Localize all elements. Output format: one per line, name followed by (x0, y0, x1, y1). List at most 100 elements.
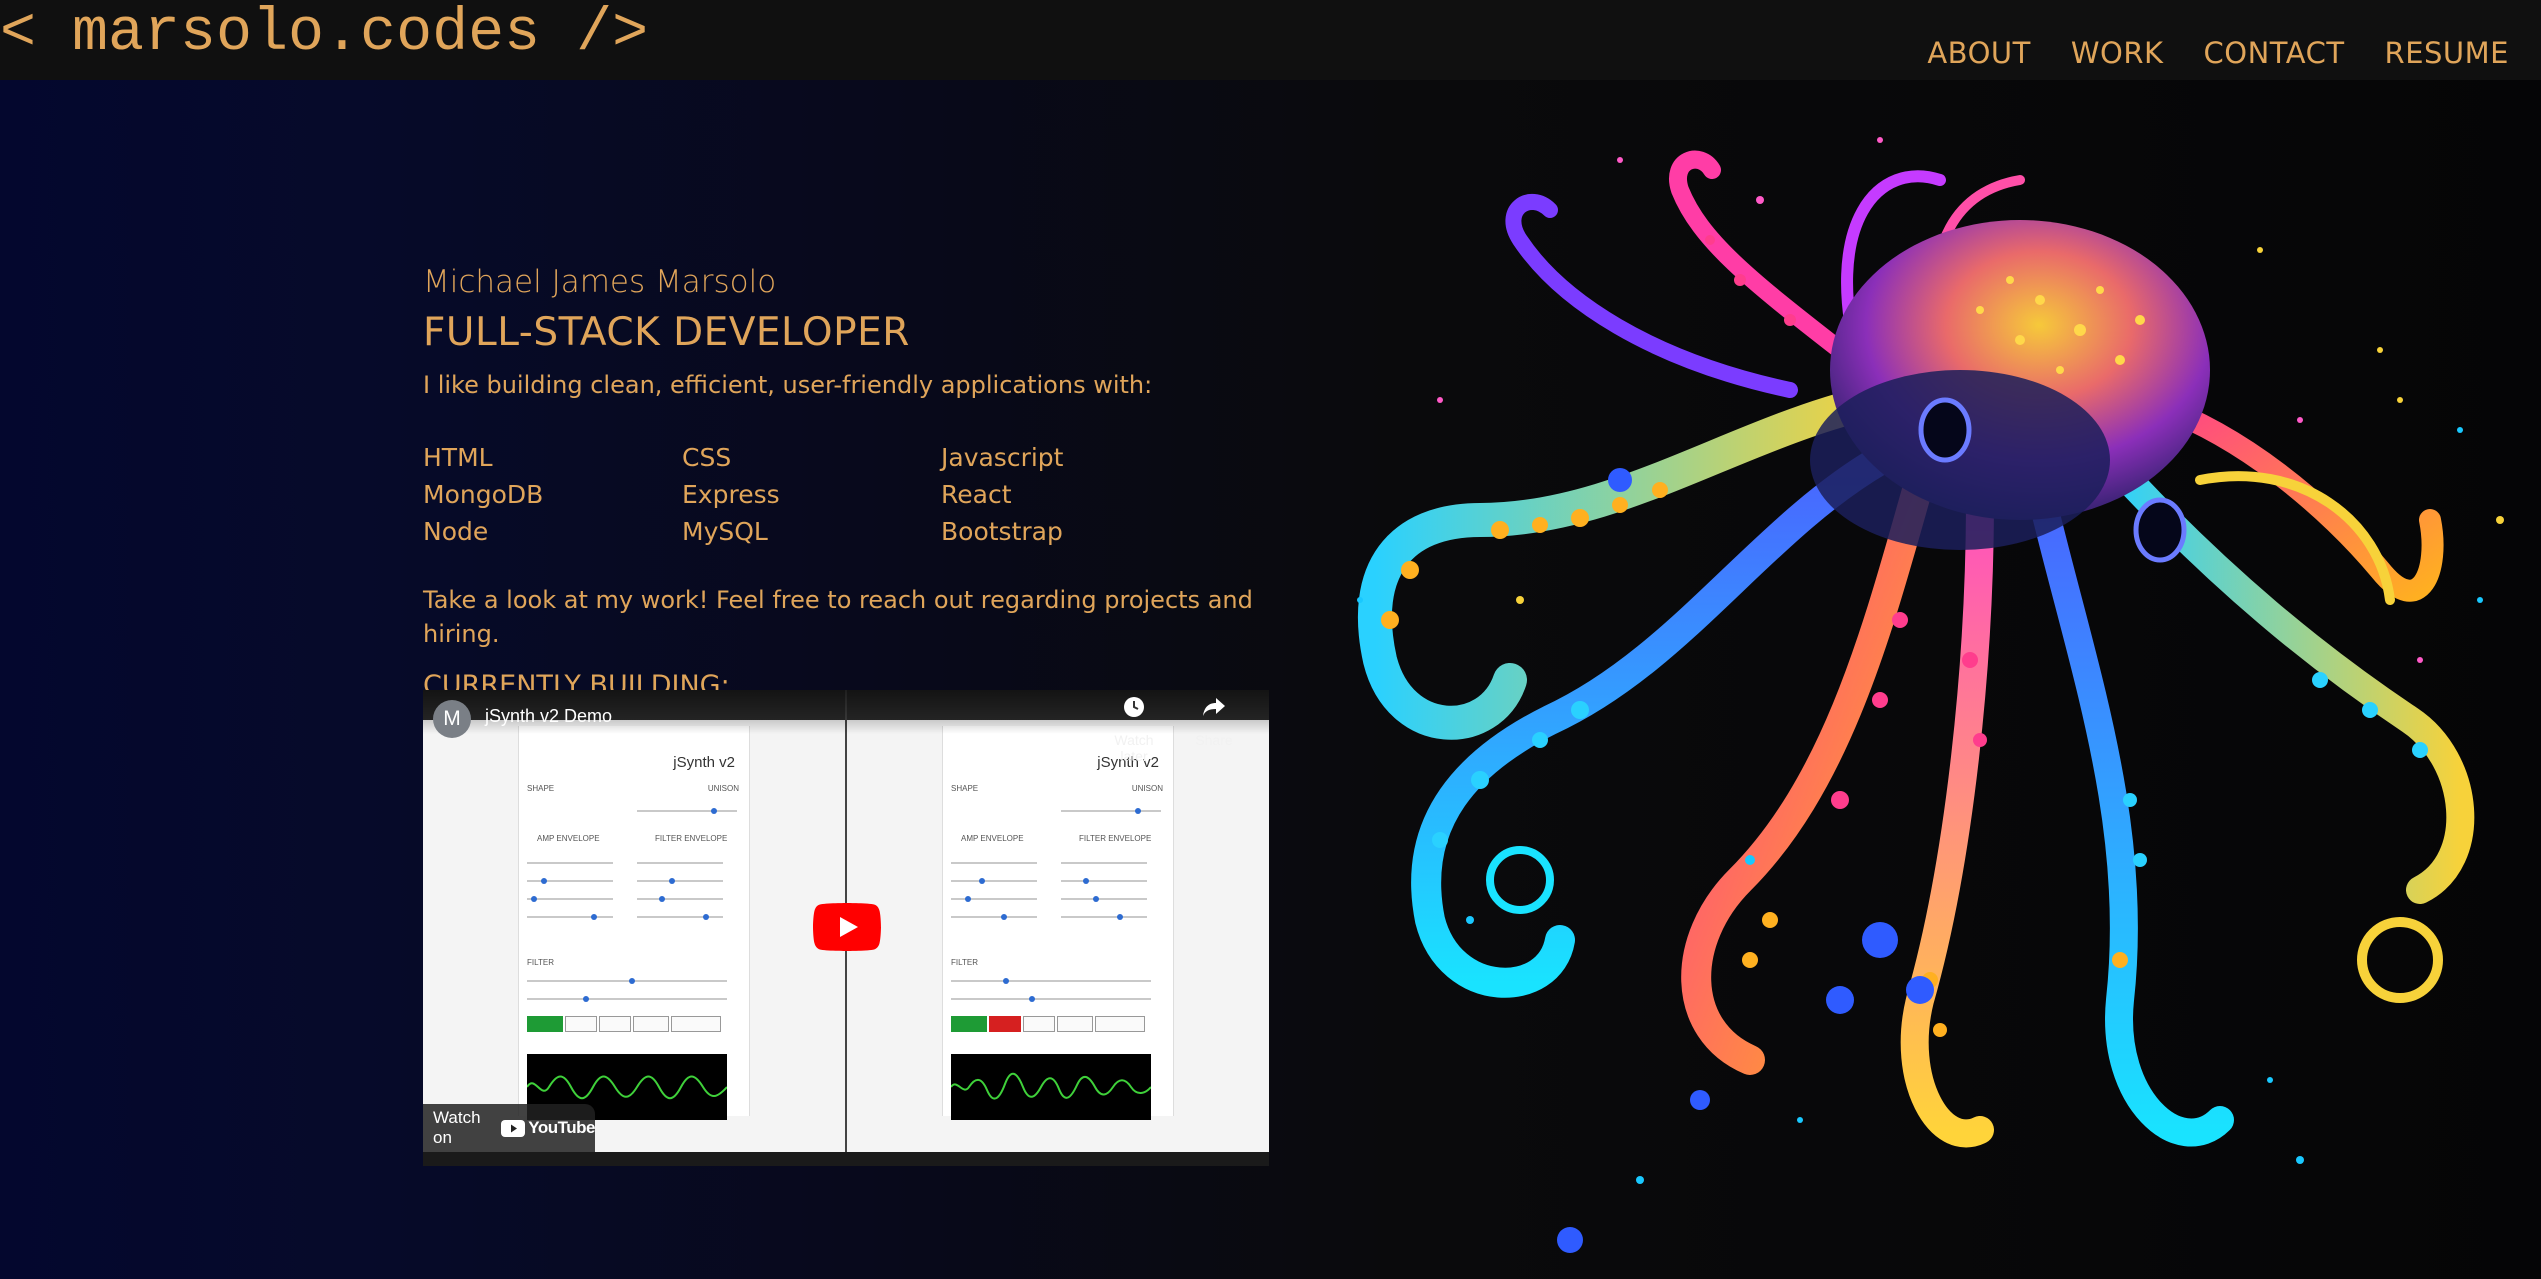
synth-label: FILTER ENVELOPE (655, 834, 728, 843)
share-label: Share (1195, 732, 1233, 748)
developer-role: FULL-STACK DEVELOPER (423, 310, 910, 355)
slider-track (1061, 880, 1147, 882)
slider-knob (583, 996, 589, 1002)
slider-knob (965, 896, 971, 902)
slider-track (527, 898, 613, 900)
slider-knob (669, 878, 675, 884)
play-button (951, 1016, 987, 1032)
slider-knob (1029, 996, 1035, 1002)
rec-button (989, 1016, 1021, 1032)
synth-label: SHAPE (527, 784, 555, 793)
slider-knob (531, 896, 537, 902)
nav-contact-link[interactable]: CONTACT (2204, 36, 2345, 70)
slider-track (951, 862, 1037, 864)
nav-about-link[interactable]: ABOUT (1927, 36, 2031, 70)
skill-item: MongoDB (423, 480, 544, 509)
slider-track (951, 998, 1151, 1000)
synth-title: jSynth v2 (673, 754, 735, 771)
synth-panel: jSynth v2 SHAPE UNISON AMP ENVELOPE FILT… (942, 726, 1174, 1120)
slider-knob (591, 914, 597, 920)
youtube-logo-icon: YouTube (501, 1118, 595, 1138)
nav-resume-link[interactable]: RESUME (2385, 36, 2509, 70)
slider-knob (703, 914, 709, 920)
bpm-input (671, 1016, 721, 1032)
slider-track (637, 810, 737, 812)
intro-block: Michael James Marsolo FULL-STACK DEVELOP… (423, 262, 1323, 705)
main-nav: ABOUT WORK CONTACT RESUME (1927, 36, 2509, 70)
skill-item: Node (423, 517, 489, 546)
synth-label: FILTER ENVELOPE (1079, 834, 1152, 843)
video-frame-left: jSynth v2 SHAPE UNISON AMP ENVELOPE FILT… (423, 690, 845, 1152)
slider-track (527, 980, 727, 982)
skill-item: Javascript (941, 443, 1064, 472)
youtube-wordmark: YouTube (528, 1118, 595, 1137)
oscilloscope (950, 1054, 1152, 1120)
slider-knob (1003, 978, 1009, 984)
slider-knob (1083, 878, 1089, 884)
top-bar: < marsolo.codes /> ABOUT WORK CONTACT RE… (0, 0, 2541, 80)
youtube-video-embed[interactable]: jSynth v2 SHAPE UNISON AMP ENVELOPE FILT… (423, 690, 1269, 1166)
slider-knob (629, 978, 635, 984)
synth-label: AMP ENVELOPE (537, 834, 600, 843)
octopus-illustration (1320, 100, 2520, 1270)
video-frame-right: jSynth v2 SHAPE UNISON AMP ENVELOPE FILT… (847, 690, 1269, 1152)
skill-item: Express (682, 480, 780, 509)
slider-knob (1093, 896, 1099, 902)
clear-button (1057, 1016, 1093, 1032)
skill-item: HTML (423, 443, 493, 472)
synth-label: UNISON (1131, 784, 1163, 793)
slider-knob (711, 808, 717, 814)
slider-knob (659, 896, 665, 902)
slider-track (951, 880, 1037, 882)
skills-grid: HTML CSS Javascript MongoDB Express Reac… (423, 440, 1323, 549)
synth-label: SHAPE (951, 784, 979, 793)
watch-on-youtube-button[interactable]: Watch on YouTube (423, 1104, 595, 1152)
nav-work-link[interactable]: WORK (2071, 36, 2164, 70)
slider-track (527, 862, 613, 864)
skill-item: React (941, 480, 1012, 509)
slider-knob (1135, 808, 1141, 814)
play-button (527, 1016, 563, 1032)
end-button (599, 1016, 631, 1032)
developer-name: Michael James Marsolo (423, 264, 777, 300)
share-arrow-icon (1179, 696, 1249, 720)
bpm-input (1095, 1016, 1145, 1032)
slider-track (527, 998, 727, 1000)
slider-track (1061, 862, 1147, 864)
synth-label: FILTER (951, 958, 978, 967)
slider-track (1061, 916, 1147, 918)
tagline: I like building clean, efficient, user-f… (423, 371, 1153, 399)
slider-track (637, 898, 723, 900)
synth-panel: jSynth v2 SHAPE UNISON AMP ENVELOPE FILT… (518, 726, 750, 1120)
slider-track (951, 980, 1151, 982)
watch-on-label: Watch on (433, 1108, 481, 1147)
video-title[interactable]: jSynth v2 Demo (485, 706, 612, 727)
end-button (1023, 1016, 1055, 1032)
site-logo[interactable]: < marsolo.codes /> (0, 0, 648, 68)
slider-knob (1117, 914, 1123, 920)
slider-track (951, 916, 1037, 918)
synth-label: UNISON (707, 784, 739, 793)
slider-track (1061, 898, 1147, 900)
slider-track (637, 916, 723, 918)
share-button[interactable]: Share (1179, 696, 1249, 748)
slider-knob (979, 878, 985, 884)
synth-label: FILTER (527, 958, 554, 967)
skill-item: CSS (682, 443, 732, 472)
recorded-taskbar (423, 1152, 1269, 1166)
slider-track (527, 916, 613, 918)
slider-knob (541, 878, 547, 884)
clock-icon (1099, 696, 1169, 720)
invitation-text: Take a look at my work! Feel free to rea… (423, 586, 1253, 648)
slider-track (637, 880, 723, 882)
youtube-play-icon[interactable] (813, 903, 881, 951)
slider-track (1061, 810, 1161, 812)
clear-button (633, 1016, 669, 1032)
slider-track (637, 862, 723, 864)
synth-label: AMP ENVELOPE (961, 834, 1024, 843)
slider-track (951, 898, 1037, 900)
skill-item: MySQL (682, 517, 768, 546)
watch-later-button[interactable]: Watch later (1099, 696, 1169, 764)
slider-knob (1001, 914, 1007, 920)
channel-avatar[interactable]: M (433, 700, 471, 738)
